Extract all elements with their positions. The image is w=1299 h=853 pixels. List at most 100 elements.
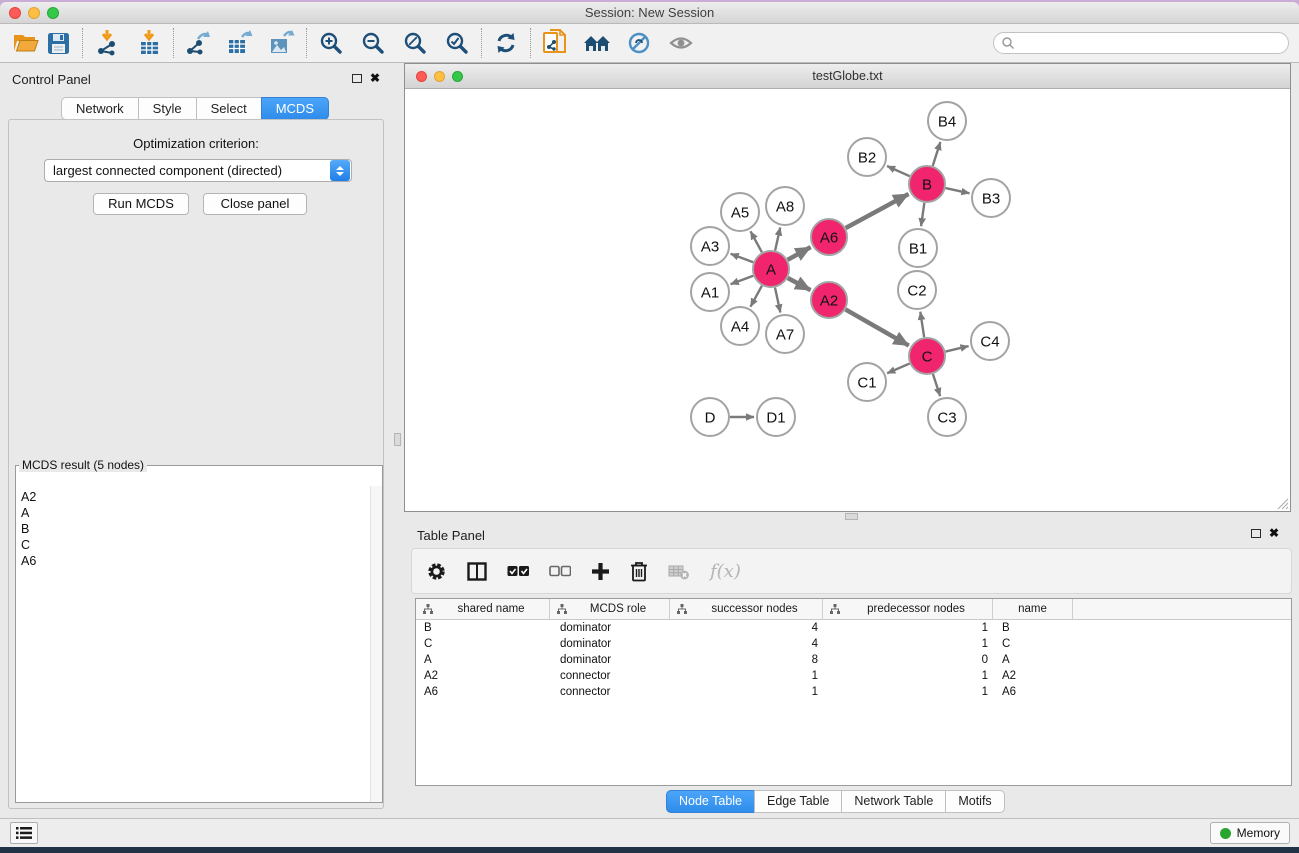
node-C4[interactable]: C4 xyxy=(971,322,1009,360)
node-A2[interactable]: A2 xyxy=(811,282,847,318)
close-panel-icon[interactable]: ✖ xyxy=(370,73,380,83)
table-row[interactable]: Bdominator41B xyxy=(416,620,1291,636)
optimization-select[interactable]: largest connected component (directed) xyxy=(44,159,352,182)
edge-A-A8[interactable] xyxy=(775,227,780,250)
node-A4[interactable]: A4 xyxy=(721,307,759,345)
session-details-button[interactable] xyxy=(539,27,571,59)
table-row[interactable]: Cdominator41C xyxy=(416,636,1291,652)
export-network-button[interactable] xyxy=(182,27,214,59)
tab-network-table[interactable]: Network Table xyxy=(841,790,946,813)
node-B3[interactable]: B3 xyxy=(972,179,1010,217)
memory-button[interactable]: Memory xyxy=(1210,822,1290,844)
show-graphics-button[interactable] xyxy=(665,27,697,59)
edge-A-A5[interactable] xyxy=(751,231,762,252)
edge-A6-B[interactable] xyxy=(846,194,909,228)
maximize-window-button[interactable] xyxy=(47,7,59,19)
toggle-panel-button[interactable] xyxy=(467,562,487,581)
column-header-predecessor-nodes[interactable]: predecessor nodes xyxy=(823,599,993,619)
network-window-titlebar[interactable]: testGlobe.txt xyxy=(405,64,1290,89)
search-input[interactable] xyxy=(1019,34,1288,52)
zoom-selected-button[interactable] xyxy=(441,27,473,59)
node-A6[interactable]: A6 xyxy=(811,219,847,255)
result-item[interactable]: A2 xyxy=(21,489,370,505)
node-B1[interactable]: B1 xyxy=(899,229,937,267)
close-table-panel-icon[interactable]: ✖ xyxy=(1269,528,1279,538)
node-D[interactable]: D xyxy=(691,398,729,436)
zoom-fit-button[interactable] xyxy=(399,27,431,59)
edge-A-A6[interactable] xyxy=(788,247,811,260)
delete-column-button[interactable] xyxy=(630,561,648,582)
minimize-window-button[interactable] xyxy=(28,7,40,19)
home-button[interactable] xyxy=(581,27,613,59)
edge-A2-C[interactable] xyxy=(845,309,908,345)
edge-C-C1[interactable] xyxy=(887,364,909,374)
horizontal-divider-handle[interactable] xyxy=(845,513,858,520)
float-table-panel-icon[interactable] xyxy=(1251,529,1261,538)
node-B[interactable]: B xyxy=(909,166,945,202)
resize-grip-icon[interactable] xyxy=(1275,496,1289,510)
column-header-successor-nodes[interactable]: successor nodes xyxy=(670,599,823,619)
edge-B-B4[interactable] xyxy=(933,142,941,166)
edge-A-A4[interactable] xyxy=(751,286,762,307)
add-column-button[interactable] xyxy=(591,562,610,581)
tab-style[interactable]: Style xyxy=(138,97,197,120)
edge-A-A3[interactable] xyxy=(731,254,754,263)
edge-A-A7[interactable] xyxy=(775,288,780,313)
export-image-button[interactable] xyxy=(266,27,298,59)
tab-select[interactable]: Select xyxy=(196,97,262,120)
select-all-button[interactable] xyxy=(507,565,529,577)
node-A7[interactable]: A7 xyxy=(766,315,804,353)
table-row[interactable]: A2connector11A2 xyxy=(416,668,1291,684)
node-B4[interactable]: B4 xyxy=(928,102,966,140)
node-A1[interactable]: A1 xyxy=(691,273,729,311)
result-item[interactable]: A6 xyxy=(21,553,370,569)
tab-edge-table[interactable]: Edge Table xyxy=(754,790,842,813)
float-panel-icon[interactable] xyxy=(352,74,362,83)
network-minimize-button[interactable] xyxy=(434,71,445,82)
node-A8[interactable]: A8 xyxy=(766,187,804,225)
result-item[interactable]: C xyxy=(21,537,370,553)
network-maximize-button[interactable] xyxy=(452,71,463,82)
edge-B-B1[interactable] xyxy=(921,203,924,226)
open-session-button[interactable] xyxy=(10,27,42,59)
column-header-mcds-role[interactable]: MCDS role xyxy=(550,599,670,619)
edge-A-A2[interactable] xyxy=(788,278,811,290)
run-mcds-button[interactable]: Run MCDS xyxy=(93,193,189,215)
tab-motifs[interactable]: Motifs xyxy=(945,790,1004,813)
node-C2[interactable]: C2 xyxy=(898,271,936,309)
tab-network[interactable]: Network xyxy=(61,97,139,120)
column-header-shared-name[interactable]: shared name xyxy=(416,599,550,619)
zoom-in-button[interactable] xyxy=(315,27,347,59)
node-C3[interactable]: C3 xyxy=(928,398,966,436)
function-builder-button[interactable]: f(x) xyxy=(710,561,741,582)
result-item[interactable]: A xyxy=(21,505,370,521)
import-network-button[interactable] xyxy=(91,27,123,59)
close-panel-button[interactable]: Close panel xyxy=(203,193,307,215)
export-table-button[interactable] xyxy=(224,27,256,59)
vertical-divider-handle[interactable] xyxy=(394,433,401,446)
edge-A-A1[interactable] xyxy=(731,276,754,285)
node-B2[interactable]: B2 xyxy=(848,138,886,176)
column-header-name[interactable]: name xyxy=(993,599,1073,619)
save-session-button[interactable] xyxy=(42,27,74,59)
result-scrollbar[interactable] xyxy=(370,486,382,802)
edge-B-B2[interactable] xyxy=(887,166,910,176)
node-A3[interactable]: A3 xyxy=(691,227,729,265)
deselect-all-button[interactable] xyxy=(549,565,571,577)
edge-B-B3[interactable] xyxy=(946,188,970,193)
zoom-out-button[interactable] xyxy=(357,27,389,59)
node-D1[interactable]: D1 xyxy=(757,398,795,436)
import-table-button[interactable] xyxy=(133,27,165,59)
edge-C-C3[interactable] xyxy=(933,374,940,396)
network-canvas[interactable]: B4B2BB3A5A8A6B1A3AA1C2A2A4A7C4CC1C3DD1 xyxy=(405,89,1290,511)
edge-C-C2[interactable] xyxy=(920,312,924,337)
close-window-button[interactable] xyxy=(9,7,21,19)
result-item[interactable]: B xyxy=(21,521,370,537)
edge-C-C4[interactable] xyxy=(945,346,968,352)
tab-mcds[interactable]: MCDS xyxy=(261,97,329,120)
delete-table-button[interactable] xyxy=(668,563,690,580)
table-settings-button[interactable] xyxy=(426,561,447,582)
node-C1[interactable]: C1 xyxy=(848,363,886,401)
hide-details-button[interactable] xyxy=(623,27,655,59)
table-row[interactable]: A6connector11A6 xyxy=(416,684,1291,700)
